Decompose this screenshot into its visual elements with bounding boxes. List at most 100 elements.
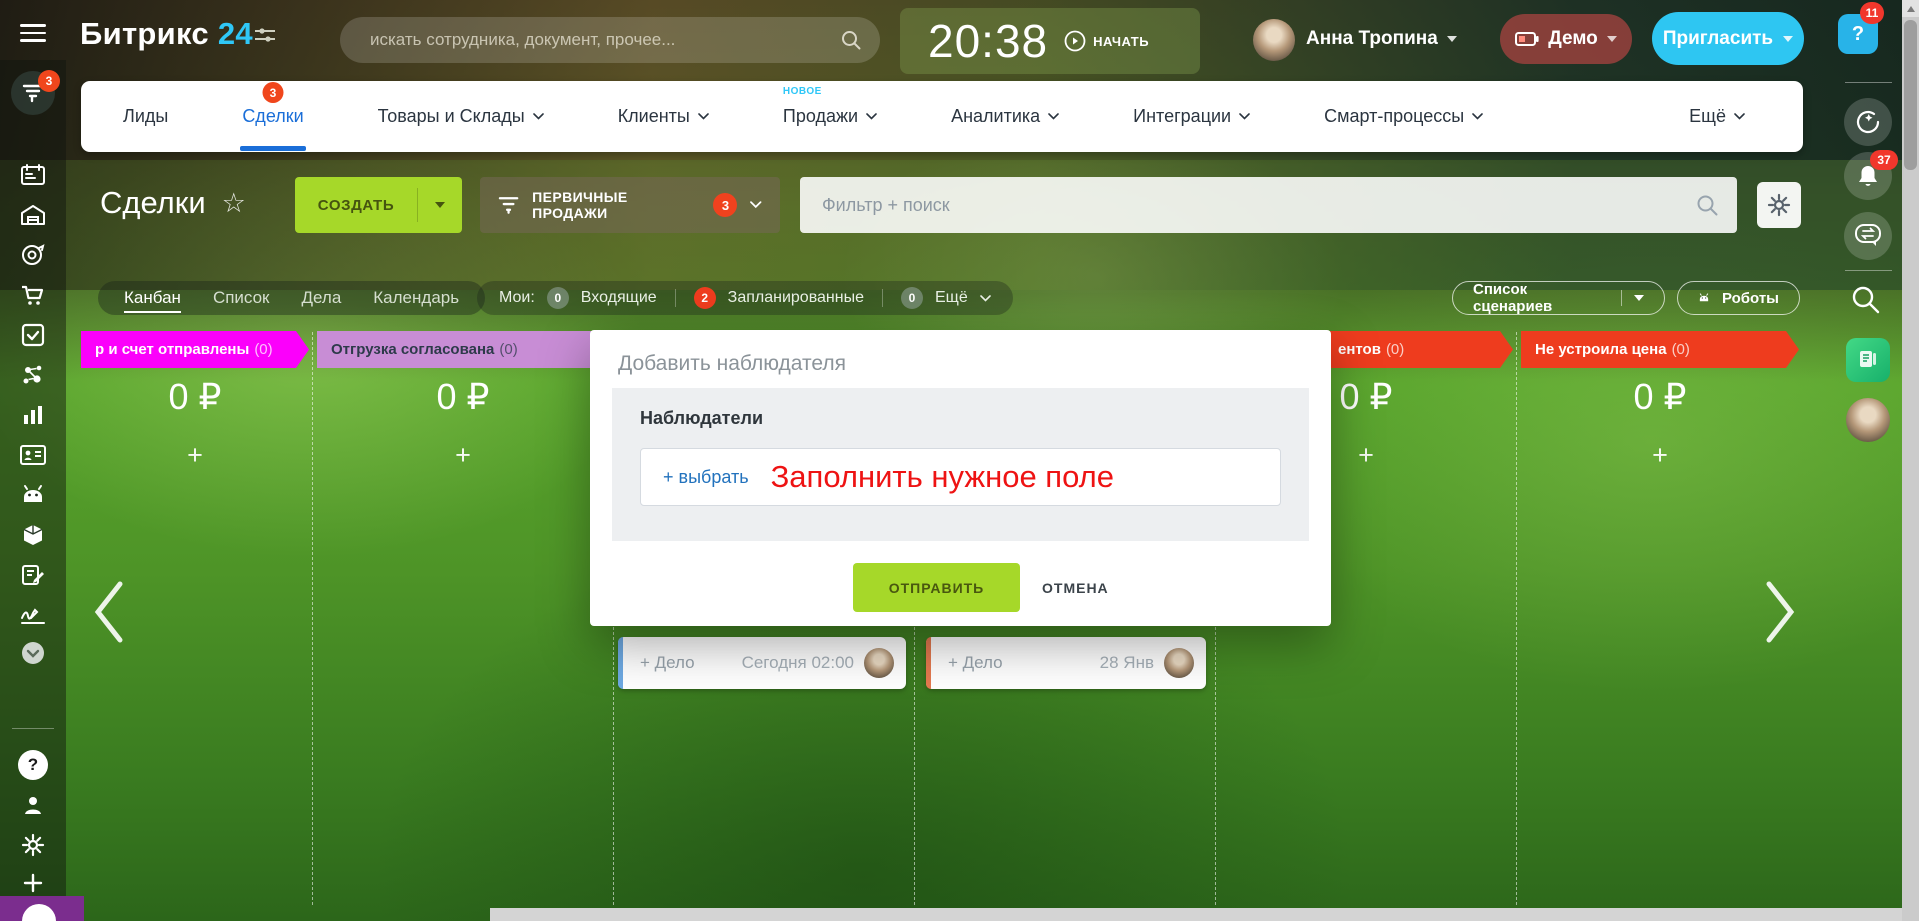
search-icon[interactable] (840, 29, 862, 56)
chevron-down-icon (1634, 295, 1644, 301)
nav-item-deals[interactable]: Сделки 3 (242, 106, 303, 127)
logo-settings-icon[interactable] (254, 26, 276, 49)
sidebar-employees[interactable] (0, 788, 66, 822)
sidebar-item-marketplace[interactable] (0, 518, 66, 552)
demo-label: Демо (1548, 28, 1598, 50)
select-observer-link[interactable]: + выбрать (663, 467, 749, 488)
sidebar-item-sites[interactable] (0, 318, 66, 352)
add-activity-link[interactable]: + Дело (948, 653, 1003, 673)
invite-label: Пригласить (1663, 28, 1773, 50)
robots-label: Роботы (1722, 290, 1779, 307)
create-button[interactable]: СОЗДАТЬ (295, 177, 462, 233)
sidebar-item-shop[interactable] (0, 278, 66, 312)
logo-text: Битрикс (80, 16, 209, 51)
arrow-up-icon (1907, 6, 1915, 12)
incoming-count: 0 (547, 287, 569, 309)
deal-card[interactable]: + Дело Сегодня 02:00 (618, 637, 906, 689)
robots-button[interactable]: Роботы (1677, 281, 1800, 315)
kanban-column-header-invoice-sent[interactable]: р и счет отправлены(0) (81, 331, 309, 368)
chevron-down-icon (533, 113, 544, 120)
nav-item-analytics[interactable]: Аналитика (951, 106, 1059, 127)
filter-search (800, 177, 1737, 233)
sidebar-add-button[interactable] (0, 866, 66, 900)
favorite-star-icon[interactable]: ☆ (222, 188, 246, 219)
view-settings-button[interactable] (1757, 182, 1801, 228)
start-workday-button[interactable]: НАЧАТЬ (1064, 30, 1149, 52)
sidebar-item-documents[interactable] (0, 558, 66, 592)
view-kanban[interactable]: Канбан (124, 288, 181, 308)
page-title: Сделки ☆ (100, 185, 246, 221)
updates-button[interactable] (1844, 98, 1892, 146)
nav-item-integrations[interactable]: Интеграции (1133, 106, 1250, 127)
right-rail-divider (1845, 82, 1892, 83)
sidebar-item-company[interactable] (0, 438, 66, 472)
incoming-label[interactable]: Входящие (581, 289, 657, 307)
user-avatar[interactable] (1253, 19, 1295, 61)
kanban-column-header-shipping-approved[interactable]: Отгрузка согласована(0) (317, 331, 610, 368)
view-list[interactable]: Список (213, 288, 270, 308)
horizontal-scrollbar[interactable] (490, 908, 1902, 921)
cancel-button[interactable]: ОТМЕНА (1042, 563, 1109, 612)
scroll-left-icon[interactable] (92, 580, 126, 649)
nav-item-smart-processes[interactable]: Смарт-процессы (1324, 106, 1483, 127)
more-label[interactable]: Ещё (935, 289, 968, 307)
filter-preset-button[interactable]: ПЕРВИЧНЫЕ ПРОДАЖИ 3 (480, 177, 780, 233)
my-counters: Мои: 0 Входящие 2 Запланированные 0 Ещё (477, 281, 1013, 315)
sidebar-item-processes[interactable] (0, 358, 66, 392)
messenger-button[interactable] (1844, 212, 1892, 260)
add-activity-link[interactable]: + Дело (640, 653, 695, 673)
nav-item-leads[interactable]: Лиды (123, 106, 168, 127)
add-deal-button[interactable]: + (95, 440, 295, 471)
submit-button[interactable]: ОТПРАВИТЬ (853, 563, 1020, 612)
sidebar-item-robots[interactable] (0, 478, 66, 512)
sidebar-item-warehouse[interactable] (0, 198, 66, 232)
global-search (340, 17, 880, 63)
id-card-icon (20, 444, 46, 466)
scroll-right-icon[interactable] (1763, 580, 1797, 649)
add-deal-button[interactable]: + (363, 440, 563, 471)
search-icon[interactable] (1695, 193, 1719, 222)
deal-card[interactable]: + Дело 28 Янв (926, 637, 1206, 689)
scenarios-button[interactable]: Список сценариев (1452, 281, 1665, 315)
view-activities[interactable]: Дела (302, 288, 342, 308)
sidebar-item-sign[interactable] (0, 598, 66, 632)
observers-input[interactable]: + выбрать Заполнить нужное поле (640, 448, 1281, 506)
nav-item-more[interactable]: Ещё (1689, 106, 1745, 127)
nav-item-sales[interactable]: НОВОЕ Продажи (783, 106, 877, 127)
user-menu[interactable]: Анна Тропина (1306, 28, 1457, 50)
nav-item-products[interactable]: Товары и Склады (378, 106, 544, 127)
modal-field-panel: Наблюдатели + выбрать Заполнить нужное п… (612, 388, 1309, 541)
scroll-up-button[interactable] (1902, 0, 1919, 17)
notes-app-tile[interactable] (1846, 338, 1890, 382)
invite-button[interactable]: Пригласить (1652, 12, 1804, 65)
target-icon (20, 243, 46, 267)
sidebar-item-crm[interactable]: 3 (0, 76, 66, 110)
sidebar-item-tasks[interactable] (0, 158, 66, 192)
nav-item-clients[interactable]: Клиенты (618, 106, 709, 127)
planned-count: 2 (694, 287, 716, 309)
sidebar-divider (12, 728, 54, 729)
chevron-down-icon (1472, 113, 1483, 120)
view-calendar[interactable]: Календарь (373, 288, 459, 308)
right-rail-avatar[interactable] (1846, 398, 1890, 442)
filter-search-input[interactable] (800, 177, 1737, 233)
planned-label[interactable]: Запланированные (728, 289, 864, 307)
sidebar-settings[interactable] (0, 828, 66, 862)
scrollbar-thumb[interactable] (1904, 20, 1917, 170)
column-separator (312, 332, 313, 905)
android-icon (20, 484, 46, 506)
hamburger-menu-icon[interactable] (20, 24, 46, 42)
vertical-scrollbar[interactable] (1902, 0, 1919, 921)
kanban-column-header-price-rejected[interactable]: Не устроила цена(0) (1521, 331, 1799, 368)
sidebar-item-marketing[interactable] (0, 238, 66, 272)
sidebar-collapse[interactable] (0, 636, 66, 670)
cube-icon (21, 523, 45, 547)
planner-icon (20, 163, 46, 187)
create-dropdown[interactable] (418, 202, 462, 208)
right-search-icon[interactable] (1850, 284, 1882, 321)
demo-plan-button[interactable]: Демо (1500, 14, 1632, 64)
global-search-input[interactable] (340, 17, 880, 63)
add-deal-button[interactable]: + (1560, 440, 1760, 471)
sidebar-item-analytics[interactable] (0, 398, 66, 432)
sidebar-help-button[interactable]: ? (0, 748, 66, 782)
